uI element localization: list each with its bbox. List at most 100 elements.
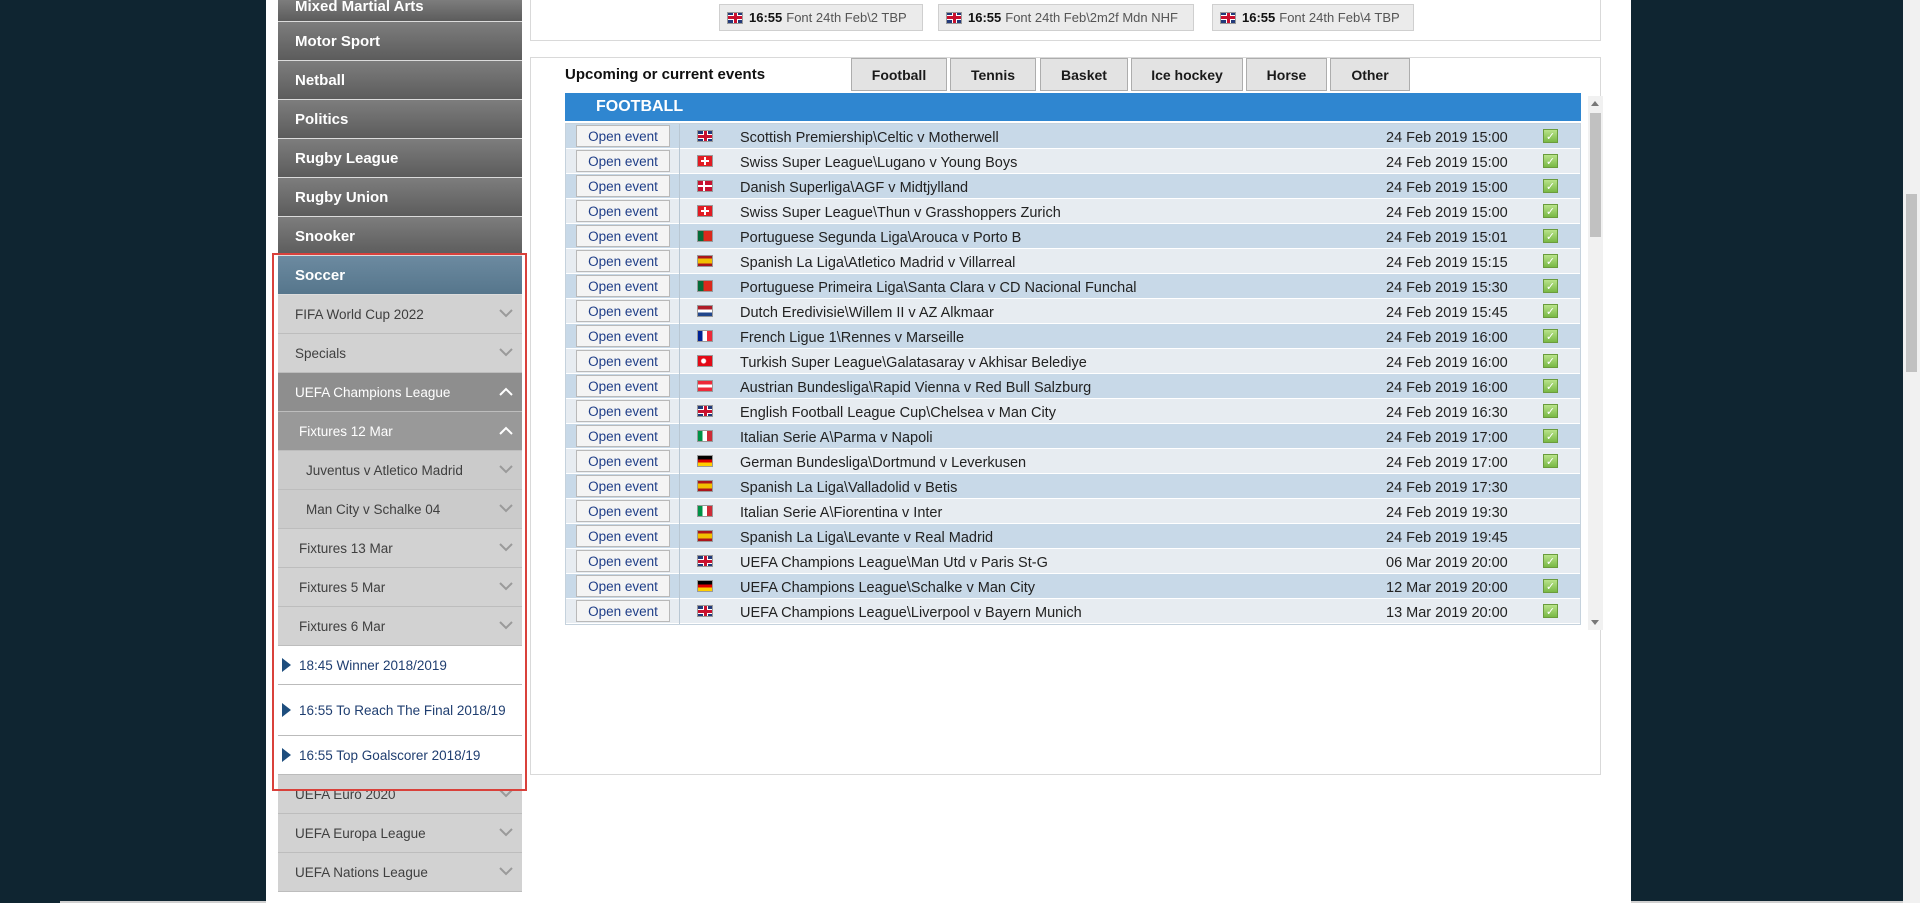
window-scrollbar[interactable] bbox=[1903, 0, 1920, 903]
open-event-button[interactable]: Open event bbox=[576, 175, 670, 197]
next-race-button[interactable]: 16:55 Font 24th Feb\4 TBP bbox=[1212, 4, 1414, 31]
tab-horse[interactable]: Horse bbox=[1246, 58, 1327, 91]
event-name[interactable]: German Bundesliga\Dortmund v Leverkusen bbox=[740, 455, 1026, 471]
chevron-down-icon[interactable] bbox=[498, 824, 514, 840]
chevron-down-icon[interactable] bbox=[498, 344, 514, 360]
checkmark-icon: ✓ bbox=[1543, 554, 1558, 568]
match-item[interactable]: Juventus v Atletico Madrid bbox=[278, 451, 522, 490]
chevron-down-icon[interactable] bbox=[498, 305, 514, 321]
competition-champions-league[interactable]: UEFA Champions League bbox=[278, 373, 522, 412]
event-date: 24 Feb 2019 19:45 bbox=[1386, 530, 1508, 546]
sport-item-netball[interactable]: Netball bbox=[278, 61, 522, 100]
event-name[interactable]: Danish Superliga\AGF v Midtjylland bbox=[740, 180, 968, 196]
chevron-up-icon[interactable] bbox=[498, 383, 514, 399]
event-name[interactable]: Austrian Bundesliga\Rapid Vienna v Red B… bbox=[740, 380, 1091, 396]
event-name[interactable]: Spanish La Liga\Valladolid v Betis bbox=[740, 480, 957, 496]
event-name[interactable]: Swiss Super League\Thun v Grasshoppers Z… bbox=[740, 205, 1061, 221]
chevron-down-icon[interactable] bbox=[498, 461, 514, 477]
tab-basket[interactable]: Basket bbox=[1040, 58, 1128, 91]
chevron-down-icon[interactable] bbox=[498, 539, 514, 555]
event-name[interactable]: Turkish Super League\Galatasaray v Akhis… bbox=[740, 355, 1087, 371]
event-name[interactable]: Portuguese Primeira Liga\Santa Clara v C… bbox=[740, 280, 1137, 296]
event-name[interactable]: Spanish La Liga\Atletico Madrid v Villar… bbox=[740, 255, 1015, 271]
open-event-button[interactable]: Open event bbox=[576, 550, 670, 572]
event-name[interactable]: UEFA Champions League\Man Utd v Paris St… bbox=[740, 555, 1048, 571]
sport-item-rugby-league[interactable]: Rugby League bbox=[278, 139, 522, 178]
event-list[interactable]: Open event Scottish Premiership\Celtic v … bbox=[565, 123, 1581, 632]
open-event-button[interactable]: Open event bbox=[576, 500, 670, 522]
event-name[interactable]: Scottish Premiership\Celtic v Motherwell bbox=[740, 130, 999, 146]
event-row: Open event Spanish La Liga\Atletico Madri… bbox=[566, 249, 1580, 274]
open-event-button[interactable]: Open event bbox=[576, 325, 670, 347]
tab-tennis[interactable]: Tennis bbox=[950, 58, 1036, 91]
tab-other[interactable]: Other bbox=[1330, 58, 1410, 91]
tab-ice-hockey[interactable]: Ice hockey bbox=[1131, 58, 1243, 91]
window-scroll-thumb[interactable] bbox=[1906, 194, 1917, 372]
sport-item-rugby-union[interactable]: Rugby Union bbox=[278, 178, 522, 217]
open-event-button[interactable]: Open event bbox=[576, 425, 670, 447]
fixtures-item-open[interactable]: Fixtures 12 Mar bbox=[278, 412, 522, 451]
chevron-down-icon[interactable] bbox=[498, 500, 514, 516]
open-event-button[interactable]: Open event bbox=[576, 200, 670, 222]
event-name[interactable]: UEFA Champions League\Liverpool v Bayern… bbox=[740, 605, 1082, 621]
open-event-button[interactable]: Open event bbox=[576, 275, 670, 297]
event-name[interactable]: Italian Serie A\Parma v Napoli bbox=[740, 430, 933, 446]
fixtures-item[interactable]: Fixtures 5 Mar bbox=[278, 568, 522, 607]
event-name[interactable]: English Football League Cup\Chelsea v Ma… bbox=[740, 405, 1056, 421]
event-list-scroll-thumb[interactable] bbox=[1590, 113, 1601, 237]
open-event-button[interactable]: Open event bbox=[576, 150, 670, 172]
competition-item[interactable]: UEFA Europa League bbox=[278, 814, 522, 853]
open-event-button[interactable]: Open event bbox=[576, 450, 670, 472]
open-event-button[interactable]: Open event bbox=[576, 475, 670, 497]
event-name[interactable]: Spanish La Liga\Levante v Real Madrid bbox=[740, 530, 993, 546]
event-name[interactable]: UEFA Champions League\Schalke v Man City bbox=[740, 580, 1035, 596]
race-time: 16:55 bbox=[1242, 10, 1276, 25]
checkmark-icon: ✓ bbox=[1543, 304, 1558, 318]
next-race-button[interactable]: 16:55 Font 24th Feb\2 TBP bbox=[719, 4, 923, 31]
chevron-down-icon[interactable] bbox=[498, 578, 514, 594]
scroll-down-arrow[interactable] bbox=[1591, 620, 1599, 625]
market-item[interactable]: 16:55 To Reach The Final 2018/19 bbox=[278, 685, 522, 736]
event-list-scrollbar[interactable] bbox=[1588, 96, 1603, 630]
open-event-button[interactable]: Open event bbox=[576, 375, 670, 397]
sport-item-mixed-martial-arts[interactable]: Mixed Martial Arts bbox=[278, 0, 522, 22]
sport-item-politics[interactable]: Politics bbox=[278, 100, 522, 139]
open-event-button[interactable]: Open event bbox=[576, 250, 670, 272]
open-event-button[interactable]: Open event bbox=[576, 225, 670, 247]
competition-item[interactable]: FIFA World Cup 2022 bbox=[278, 295, 522, 334]
open-event-button[interactable]: Open event bbox=[576, 350, 670, 372]
open-event-button[interactable]: Open event bbox=[576, 600, 670, 622]
open-event-button[interactable]: Open event bbox=[576, 125, 670, 147]
event-name[interactable]: Italian Serie A\Fiorentina v Inter bbox=[740, 505, 942, 521]
tab-football[interactable]: Football bbox=[851, 58, 947, 91]
open-event-button[interactable]: Open event bbox=[576, 525, 670, 547]
open-event-button[interactable]: Open event bbox=[576, 300, 670, 322]
scroll-up-arrow[interactable] bbox=[1591, 101, 1599, 106]
chevron-down-icon[interactable] bbox=[498, 617, 514, 633]
open-event-button[interactable]: Open event bbox=[576, 575, 670, 597]
chevron-up-icon[interactable] bbox=[498, 422, 514, 438]
ch-flag-icon bbox=[697, 205, 713, 217]
event-name[interactable]: Dutch Eredivisie\Willem II v AZ Alkmaar bbox=[740, 305, 994, 321]
fixtures-item[interactable]: Fixtures 6 Mar bbox=[278, 607, 522, 646]
fixtures-item[interactable]: Fixtures 13 Mar bbox=[278, 529, 522, 568]
event-name[interactable]: Swiss Super League\Lugano v Young Boys bbox=[740, 155, 1017, 171]
competition-item[interactable]: UEFA Nations League bbox=[278, 853, 522, 892]
open-event-button[interactable]: Open event bbox=[576, 400, 670, 422]
match-item[interactable]: Man City v Schalke 04 bbox=[278, 490, 522, 529]
competition-item[interactable]: UEFA Euro 2020 bbox=[278, 775, 522, 814]
event-row: Open event Italian Serie A\Fiorentina v I… bbox=[566, 499, 1580, 524]
event-row: Open event Scottish Premiership\Celtic v … bbox=[566, 124, 1580, 149]
market-item[interactable]: 18:45 Winner 2018/2019 bbox=[278, 646, 522, 685]
chevron-down-icon[interactable] bbox=[498, 785, 514, 801]
event-name[interactable]: French Ligue 1\Rennes v Marseille bbox=[740, 330, 964, 346]
event-name[interactable]: Portuguese Segunda Liga\Arouca v Porto B bbox=[740, 230, 1021, 246]
chevron-down-icon[interactable] bbox=[498, 863, 514, 879]
sport-item-soccer[interactable]: Soccer bbox=[278, 256, 522, 295]
competition-item[interactable]: Specials bbox=[278, 334, 522, 373]
sport-item-motor-sport[interactable]: Motor Sport bbox=[278, 22, 522, 61]
next-race-button[interactable]: 16:55 Font 24th Feb\2m2f Mdn NHF bbox=[938, 4, 1194, 31]
competition-champions-league-label: UEFA Champions League bbox=[295, 384, 451, 400]
sport-item-snooker[interactable]: Snooker bbox=[278, 217, 522, 256]
market-item[interactable]: 16:55 Top Goalscorer 2018/19 bbox=[278, 736, 522, 775]
